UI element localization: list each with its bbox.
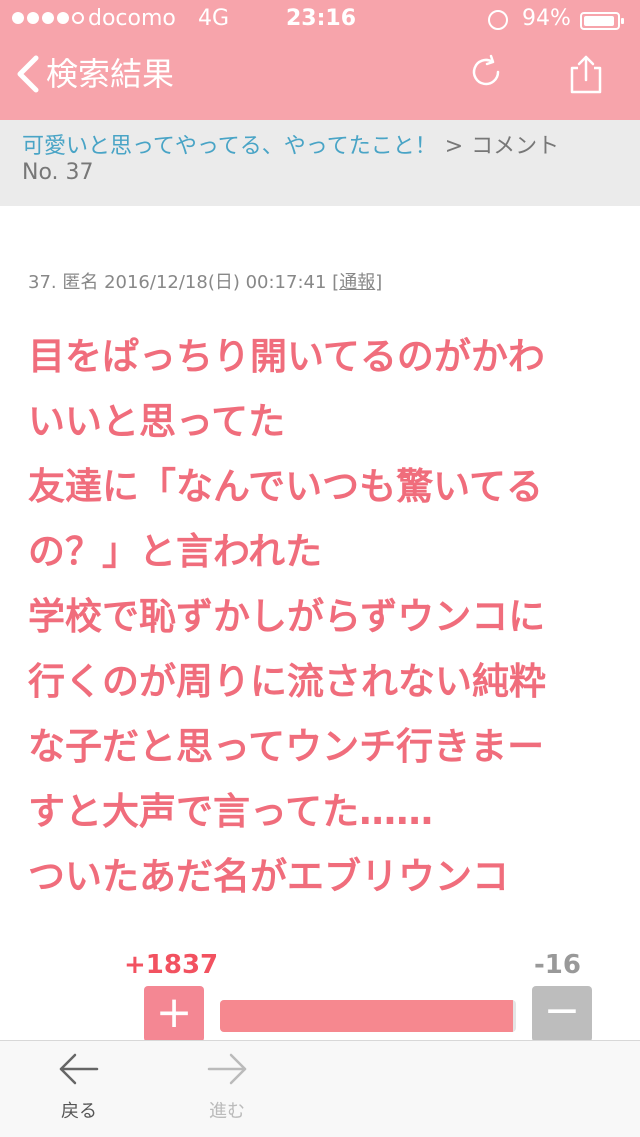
- minus-vote-count: -16: [534, 950, 581, 980]
- chevron-left-icon: [17, 55, 39, 93]
- comment-line: いいと思ってた: [28, 400, 286, 443]
- carrier-name: docomo: [88, 6, 176, 31]
- forward-label: 進む: [209, 1101, 245, 1122]
- forward-button[interactable]: 進む: [182, 1051, 272, 1123]
- back-button[interactable]: 戻る: [34, 1051, 124, 1123]
- comment-line: ついたあだ名がエブリウンコ: [28, 855, 509, 898]
- breadcrumb: 可愛いと思ってやってる、やってたこと！ > コメント No. 37: [0, 120, 640, 206]
- comment-line: 学校で恥ずかしがらずウンコに: [28, 595, 546, 638]
- breadcrumb-line: 可愛いと思ってやってる、やってたこと！ > コメント: [22, 128, 559, 160]
- breadcrumb-topic-link[interactable]: 可愛いと思ってやってる、やってたこと！: [22, 134, 437, 159]
- report-bracket-close: ]: [375, 272, 383, 293]
- vote-ratio-fill: [220, 1000, 514, 1032]
- comment-line: すと大声で言ってた……: [28, 790, 434, 833]
- signal-dot: [27, 12, 39, 24]
- comment-number: No. 37: [22, 160, 94, 185]
- network-type: 4G: [198, 6, 230, 31]
- signal-dot: [12, 12, 24, 24]
- signal-strength-icon: [12, 12, 84, 24]
- back-label: 戻る: [61, 1101, 97, 1122]
- comment-line: 目をぱっちり開いてるのがかわ: [28, 335, 545, 378]
- rotation-lock-icon: [488, 10, 508, 30]
- breadcrumb-current: コメント: [471, 134, 560, 159]
- signal-dot-empty: [72, 12, 84, 24]
- signal-dot: [42, 12, 54, 24]
- comment-line: 友達に「なんでいつも驚いてる: [28, 465, 544, 508]
- comment-line: な子だと思ってウンチ行きまー: [28, 725, 545, 768]
- comment-line: 行くのが周りに流されない純粋: [28, 660, 546, 703]
- plus-vote-button[interactable]: +: [144, 986, 204, 1042]
- report-link[interactable]: 通報: [339, 272, 375, 293]
- comment-meta-text: 37. 匿名 2016/12/18(日) 00:17:41: [28, 272, 327, 293]
- bottom-toolbar: 戻る 進む: [0, 1040, 640, 1137]
- plus-vote-count: +1837: [124, 950, 219, 980]
- signal-dot: [57, 12, 69, 24]
- battery-icon: [580, 12, 624, 30]
- minus-vote-button[interactable]: −: [532, 986, 592, 1042]
- share-icon[interactable]: [566, 54, 606, 94]
- header: docomo 4G 23:16 94% 検索結果: [0, 0, 640, 121]
- back-label: 検索結果: [46, 55, 175, 93]
- arrow-left-icon: [59, 1053, 99, 1085]
- battery-percent: 94%: [522, 6, 571, 31]
- navigation-bar: 検索結果: [0, 40, 640, 120]
- comment-body: 目をぱっちり開いてるのがかわ いいと思ってた 友達に「なんでいつも驚いてる の？…: [28, 324, 618, 909]
- arrow-right-icon: [207, 1053, 247, 1085]
- reload-icon[interactable]: [468, 54, 504, 90]
- comment-line: の？」と言われた: [28, 530, 323, 573]
- back-to-search-button[interactable]: 検索結果: [14, 52, 174, 96]
- vote-ratio-bar: [220, 1000, 516, 1032]
- status-bar: docomo 4G 23:16 94%: [0, 0, 640, 40]
- breadcrumb-separator: >: [444, 134, 464, 159]
- clock: 23:16: [286, 6, 357, 31]
- comment-meta: 37. 匿名 2016/12/18(日) 00:17:41 [通報]: [28, 268, 382, 294]
